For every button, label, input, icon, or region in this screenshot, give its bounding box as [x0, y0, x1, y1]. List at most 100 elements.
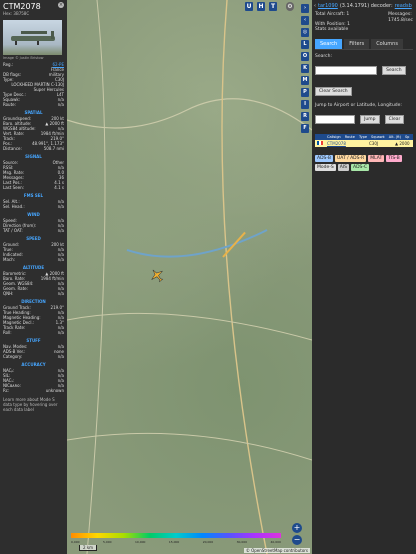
version-bar: ‹ tar1090 (3.14.1791) decoder: readsb [312, 0, 416, 12]
chip-ais: AIS [337, 163, 350, 171]
speed-label: Mach: [3, 257, 15, 262]
altitude-label: QNH: [3, 291, 14, 296]
close-icon[interactable]: × [58, 2, 64, 8]
direction-label: Roll: [3, 330, 12, 335]
settings-icon[interactable]: ◎ [301, 28, 309, 37]
tab-search[interactable]: Search [315, 38, 343, 49]
section-wind: WIND [27, 212, 40, 217]
map-view[interactable]: U H T ⚙ 0,000 5,000 10,000 15,000 20,000… [67, 0, 312, 554]
stuff-list: Nav. Modes: n/a ADS-B Ver.: none Category: n/… [0, 344, 67, 359]
stats-link[interactable]: Stats available [315, 27, 350, 33]
side-button-i[interactable]: I [301, 100, 309, 109]
aircraft-photo[interactable] [3, 20, 62, 55]
chip-modes: Mode-S [315, 163, 336, 171]
decoder-link[interactable]: readsb [395, 3, 412, 9]
type-name-row: LOCKHEED MARTIN C-130J Super Hercules [0, 82, 67, 92]
spatial-value: 508.7 nmi [43, 146, 64, 151]
route-row: Route: n/a [0, 102, 67, 107]
aircraft-silhouette-icon [11, 31, 55, 45]
tab-filters[interactable]: Filters [344, 38, 370, 49]
section-stuff: STUFF [26, 338, 41, 343]
chip-adsc: ADS-C [351, 163, 370, 171]
fms-value: n/a [57, 204, 64, 209]
accuracy-list: NACₚ: n/a SIL: n/a NACᵥ: n/a NICʙᴀʀᴏ: n/a Rc: unk… [0, 368, 67, 393]
route-label: Route: [3, 102, 16, 107]
accuracy-value: unknown [45, 388, 64, 393]
clear-button[interactable]: Clear [384, 114, 405, 124]
map-button-u[interactable]: U [245, 2, 253, 11]
wind-list: Speed: n/a Direction (from): n/a TAT / OAT: n… [0, 218, 67, 233]
signal-row: Last Seen: 4.1 s [0, 185, 67, 190]
legend-label: 40,000 [270, 540, 281, 544]
hex-value: 3B758C [13, 11, 30, 16]
callsign-text: CTM2078 [3, 2, 41, 11]
chip-adsb: ADS-B [315, 154, 333, 162]
stats-block: Total Aircraft: 1 With Position: 1 Stats… [312, 12, 416, 33]
jump-button[interactable]: Jump [360, 114, 380, 124]
signal-value: 4.1 s [54, 185, 64, 190]
source-legend: ADS-B UAT / ADS-R MLAT TIS-B Mode-S AIS … [315, 154, 413, 171]
messages-value: 1745.8/sec [388, 17, 413, 23]
section-direction: DIRECTION [21, 299, 46, 304]
reg-label: Reg.: [3, 62, 14, 67]
direction-value: n/a [57, 330, 64, 335]
signal-label: Last Seen: [3, 185, 24, 190]
chip-uat: UAT / ADS-R [334, 154, 367, 162]
clear-search-button[interactable]: Clear Search [315, 86, 352, 96]
footer-note: Learn more about Mode S data type by hov… [3, 397, 58, 412]
map-button-t[interactable]: T [269, 2, 277, 11]
france-flag-icon [317, 141, 323, 145]
side-button-r[interactable]: R [301, 112, 309, 121]
back-arrow-icon[interactable]: ‹ [301, 16, 309, 25]
side-button-k[interactable]: K [301, 64, 309, 73]
wind-value: n/a [57, 228, 64, 233]
direction-row: Roll: n/a [0, 330, 67, 335]
hex-line: Hex: 3B758C [0, 11, 67, 16]
row-callsign: CTM2078 [327, 140, 346, 146]
search-label: Search: [315, 53, 332, 59]
version-link[interactable]: tar1090 [318, 3, 338, 9]
messages-label: Messages: [388, 12, 412, 17]
spatial-row: Distance: 508.7 nmi [0, 146, 67, 151]
speed-list: Ground: 200 kt True: n/a Indicated: n/a Mach: n… [0, 242, 67, 262]
side-button-m[interactable]: M [301, 76, 309, 85]
chip-tisb: TIS-B [386, 154, 402, 162]
legend-label: 20,000 [202, 540, 214, 544]
direction-list: Ground Track: 219.0° True Heading: n/a Magne… [0, 305, 67, 335]
stuff-row: Category: n/a [0, 354, 67, 359]
altitude-value: n/a [57, 291, 64, 296]
chevron-left-icon[interactable]: ‹ [314, 3, 316, 9]
section-signal: SIGNAL [25, 154, 42, 159]
stuff-value: n/a [57, 354, 64, 359]
altitude-row: QNH: n/a [0, 291, 67, 296]
table-row[interactable]: CTM2078 C30J ▲ 2000 [315, 139, 413, 147]
fms-list: Sel. Alt.: n/a Sel. Head.: n/a [0, 199, 67, 209]
collapse-arrow-icon[interactable]: › [301, 4, 309, 13]
side-button-f[interactable]: F [301, 124, 309, 133]
aircraft-list-panel: ‹ tar1090 (3.14.1791) decoder: readsb To… [312, 0, 416, 554]
search-button[interactable]: Search [382, 65, 406, 75]
side-button-p[interactable]: P [301, 88, 309, 97]
with-pos-value: 1 [347, 21, 350, 27]
map-button-h[interactable]: H [257, 2, 265, 11]
section-spatial: SPATIAL [24, 110, 43, 115]
side-button-o[interactable]: O [301, 52, 309, 61]
hex-label: Hex: [3, 11, 13, 16]
stuff-label: Category: [3, 354, 23, 359]
jump-label: Jump to Airport or Latitude, Longitude: [315, 102, 402, 108]
settings-gear-icon[interactable]: ⚙ [286, 2, 294, 11]
photo-credit: Image © Justin Bristow [3, 56, 44, 60]
aircraft-info-panel: CTM2078 × Hex: 3B758C Image © Justin Bri… [0, 0, 67, 554]
route-value: n/a [57, 102, 64, 107]
chip-mlat: MLAT [368, 154, 385, 162]
jump-input[interactable] [315, 114, 355, 124]
speed-value: n/a [57, 257, 64, 262]
tab-columns[interactable]: Columns [371, 38, 403, 49]
search-input[interactable] [315, 65, 377, 75]
fms-row: Sel. Head.: n/a [0, 204, 67, 209]
accuracy-label: Rc: [3, 388, 10, 393]
side-button-l[interactable]: L [301, 40, 309, 49]
section-altitude: ALTITUDE [22, 265, 45, 270]
total-label: Total Aircraft: [315, 12, 345, 17]
section-fms: FMS SEL [23, 193, 44, 198]
